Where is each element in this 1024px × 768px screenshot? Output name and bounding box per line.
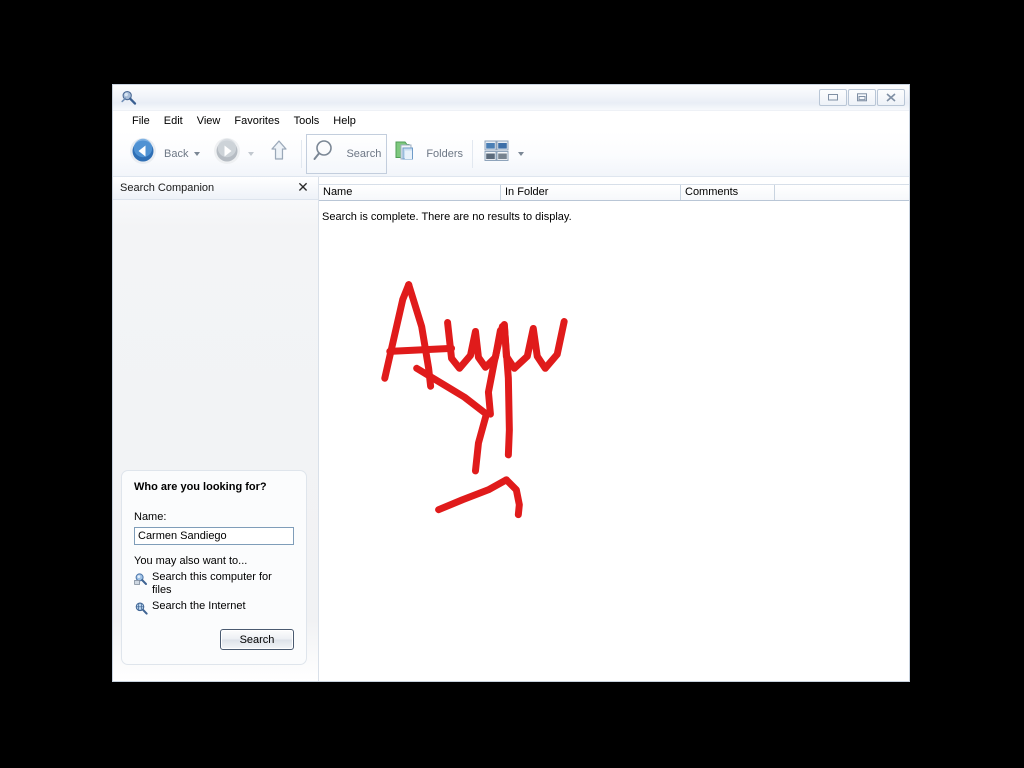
search-companion-sidebar: Search Companion ✕ Who are you looking f… [113, 177, 319, 681]
menu-item-help[interactable]: Help [326, 113, 363, 129]
link-search-computer[interactable]: Search this computer for files [134, 571, 294, 597]
back-arrow-icon [128, 136, 158, 171]
search-companion-header: Search Companion ✕ [113, 177, 318, 200]
menu-item-view[interactable]: View [190, 113, 228, 129]
window-titlebar[interactable] [113, 85, 909, 111]
column-header-name[interactable]: Name [319, 185, 501, 200]
stroke-arc-left [435, 476, 510, 514]
search-companion-title: Search Companion [120, 182, 215, 194]
desktop-background: File Edit View Favorites Tools Help Back [0, 0, 1024, 768]
up-folder-icon [266, 137, 292, 170]
stroke-k-leg [471, 410, 490, 475]
search-status-text: Search is complete. There are no results… [322, 211, 572, 223]
menu-item-favorites[interactable]: Favorites [227, 113, 286, 129]
stroke-a-bar [386, 344, 456, 355]
results-column-header: Name In Folder Comments [319, 184, 909, 201]
back-button[interactable]: Back [123, 134, 207, 174]
column-header-comments[interactable]: Comments [681, 185, 775, 200]
folders-icon [392, 137, 420, 170]
search-magnifier-icon [120, 89, 138, 107]
menu-item-tools[interactable]: Tools [287, 113, 327, 129]
red-ink-annotation [381, 281, 568, 519]
search-name-input[interactable] [134, 527, 294, 545]
magnifier-icon [312, 137, 340, 170]
internet-search-icon [134, 601, 148, 615]
menubar: File Edit View Favorites Tools Help [113, 111, 909, 131]
search-results-window: File Edit View Favorites Tools Help Back [112, 84, 910, 682]
name-field-label: Name: [134, 511, 167, 523]
window-controls [819, 89, 905, 106]
stroke-w-1 [444, 319, 504, 372]
search-form-panel: Who are you looking for? Name: You may a… [121, 470, 307, 665]
link-search-internet-label[interactable]: Search the Internet [152, 600, 246, 613]
computer-search-icon [134, 572, 148, 586]
column-header-blank[interactable] [775, 185, 909, 200]
column-header-in-folder[interactable]: In Folder [501, 185, 681, 200]
close-button[interactable] [877, 89, 905, 106]
views-button[interactable] [477, 134, 531, 174]
minimize-button[interactable] [819, 89, 847, 106]
link-search-internet[interactable]: Search the Internet [134, 600, 294, 615]
stroke-k-arm [413, 364, 490, 418]
back-button-label: Back [164, 147, 189, 160]
search-toolbar-label: Search [346, 147, 382, 160]
up-button[interactable] [261, 134, 297, 174]
stroke-k-diag2 [484, 322, 506, 418]
close-icon[interactable]: ✕ [296, 179, 310, 195]
menu-item-file[interactable]: File [125, 113, 157, 129]
forward-arrow-icon [212, 136, 242, 171]
views-dropdown-icon[interactable] [518, 151, 525, 156]
toolbar-separator-1 [301, 139, 303, 168]
folders-toolbar-button[interactable]: Folders [387, 134, 468, 174]
search-button-row: Search [134, 629, 294, 650]
stroke-k-vertical [500, 322, 513, 459]
forward-dropdown-icon [248, 151, 255, 156]
link-search-computer-label[interactable]: Search this computer for files [152, 571, 294, 597]
folders-toolbar-label: Folders [426, 147, 464, 160]
results-pane[interactable]: Search is complete. There are no results… [319, 201, 909, 681]
also-want-label: You may also want to... [134, 555, 248, 567]
panel-heading: Who are you looking for? [134, 481, 267, 493]
back-dropdown-icon[interactable] [194, 151, 201, 156]
stroke-a-right [405, 281, 435, 390]
stroke-arc-right [502, 476, 523, 519]
stroke-a-left [381, 281, 413, 382]
maximize-button[interactable] [848, 89, 876, 106]
stroke-w-2 [500, 318, 568, 372]
toolbar-separator-2 [472, 139, 474, 168]
views-thumbnails-icon [482, 137, 512, 170]
menu-item-edit[interactable]: Edit [157, 113, 190, 129]
search-submit-button[interactable]: Search [220, 629, 294, 650]
forward-button[interactable] [207, 134, 261, 174]
search-toolbar-button[interactable]: Search [306, 133, 388, 174]
toolbar: Back Search Folders [113, 131, 909, 177]
